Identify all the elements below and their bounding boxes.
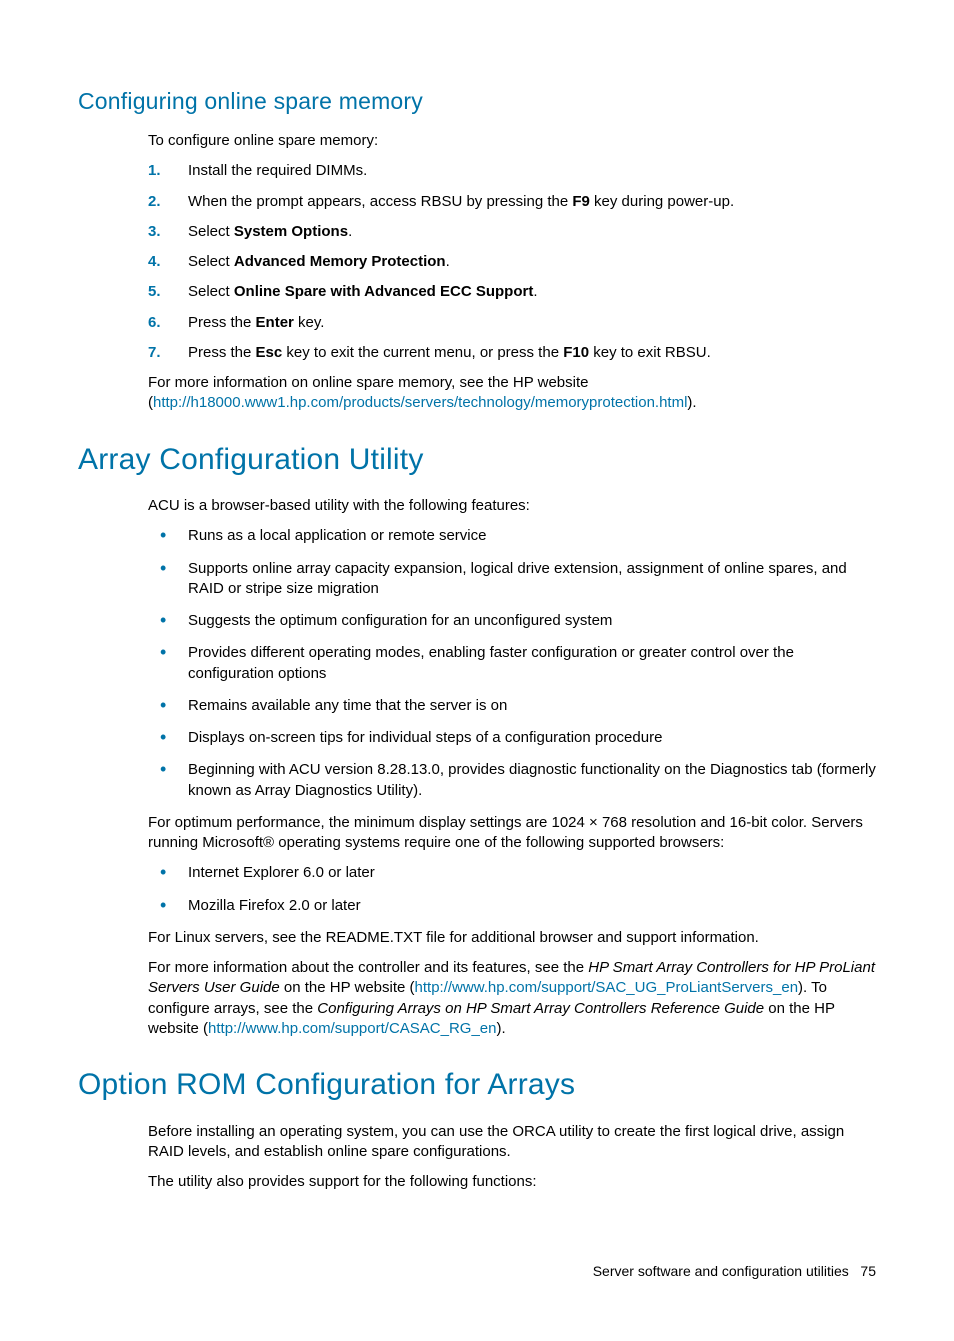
bold-key: F9: [572, 193, 590, 210]
intro-paragraph: To configure online spare memory:: [148, 131, 876, 151]
list-item: Provides different operating modes, enab…: [148, 643, 876, 684]
heading-array-configuration-utility: Array Configuration Utility: [78, 440, 876, 481]
list-item: Remains available any time that the serv…: [148, 696, 876, 716]
step-number: 4.: [148, 252, 161, 272]
more-info-paragraph: For more information on online spare mem…: [148, 373, 876, 414]
step-text: .: [533, 283, 537, 300]
list-item: Displays on-screen tips for individual s…: [148, 728, 876, 748]
bold-option: System Options: [234, 223, 348, 240]
bold-key: Enter: [256, 314, 294, 331]
footer-section-label: Server software and configuration utilit…: [593, 1263, 849, 1279]
step-item: 2. When the prompt appears, access RBSU …: [148, 192, 876, 212]
text: For more information about the controlle…: [148, 959, 588, 976]
step-text: When the prompt appears, access RBSU by …: [188, 193, 572, 210]
step-item: 7. Press the Esc key to exit the current…: [148, 343, 876, 363]
list-item: Suggests the optimum configuration for a…: [148, 611, 876, 631]
bold-key: F10: [563, 344, 589, 361]
more-info-paragraph: For more information about the controlle…: [148, 958, 876, 1039]
list-item: Mozilla Firefox 2.0 or later: [148, 896, 876, 916]
step-text: .: [446, 253, 450, 270]
step-number: 6.: [148, 313, 161, 333]
list-item: Supports online array capacity expansion…: [148, 559, 876, 600]
list-item: Runs as a local application or remote se…: [148, 526, 876, 546]
step-number: 3.: [148, 222, 161, 242]
step-item: 5. Select Online Spare with Advanced ECC…: [148, 282, 876, 302]
link-casac-rg[interactable]: http://www.hp.com/support/CASAC_RG_en: [208, 1020, 496, 1037]
link-sac-ug[interactable]: http://www.hp.com/support/SAC_UG_ProLian…: [415, 979, 799, 996]
step-text: key to exit the current menu, or press t…: [282, 344, 563, 361]
bold-option: Advanced Memory Protection: [234, 253, 446, 270]
text: on the HP website (: [280, 979, 415, 996]
page-number: 75: [860, 1263, 876, 1279]
intro-paragraph: ACU is a browser-based utility with the …: [148, 496, 876, 516]
step-text: key to exit RBSU.: [589, 344, 711, 361]
italic-title: Configuring Arrays on HP Smart Array Con…: [317, 1000, 764, 1017]
linux-paragraph: For Linux servers, see the README.TXT fi…: [148, 928, 876, 948]
paragraph: Before installing an operating system, y…: [148, 1122, 876, 1163]
paragraph: The utility also provides support for th…: [148, 1172, 876, 1192]
browsers-list: Internet Explorer 6.0 or later Mozilla F…: [148, 863, 876, 916]
step-number: 5.: [148, 282, 161, 302]
step-item: 1. Install the required DIMMs.: [148, 161, 876, 181]
step-text: Install the required DIMMs.: [188, 162, 367, 179]
list-item: Internet Explorer 6.0 or later: [148, 863, 876, 883]
bold-key: Esc: [256, 344, 283, 361]
heading-option-rom-configuration: Option ROM Configuration for Arrays: [78, 1065, 876, 1106]
heading-configuring-online-spare-memory: Configuring online spare memory: [78, 86, 876, 117]
features-list: Runs as a local application or remote se…: [148, 526, 876, 801]
step-text: Press the: [188, 314, 256, 331]
step-item: 6. Press the Enter key.: [148, 313, 876, 333]
list-item: Beginning with ACU version 8.28.13.0, pr…: [148, 760, 876, 801]
step-number: 1.: [148, 161, 161, 181]
link-memoryprotection[interactable]: http://h18000.www1.hp.com/products/serve…: [153, 394, 687, 411]
step-text: Select: [188, 283, 234, 300]
text: ).: [687, 394, 696, 411]
steps-list: 1. Install the required DIMMs. 2. When t…: [148, 161, 876, 363]
text: ).: [497, 1020, 506, 1037]
page-footer: Server software and configuration utilit…: [78, 1262, 876, 1281]
bold-option: Online Spare with Advanced ECC Support: [234, 283, 533, 300]
step-text: .: [348, 223, 352, 240]
step-item: 4. Select Advanced Memory Protection.: [148, 252, 876, 272]
step-text: Press the: [188, 344, 256, 361]
step-text: key during power-up.: [590, 193, 734, 210]
step-number: 2.: [148, 192, 161, 212]
step-item: 3. Select System Options.: [148, 222, 876, 242]
step-text: Select: [188, 253, 234, 270]
step-text: key.: [294, 314, 325, 331]
step-text: Select: [188, 223, 234, 240]
performance-paragraph: For optimum performance, the minimum dis…: [148, 813, 876, 854]
step-number: 7.: [148, 343, 161, 363]
